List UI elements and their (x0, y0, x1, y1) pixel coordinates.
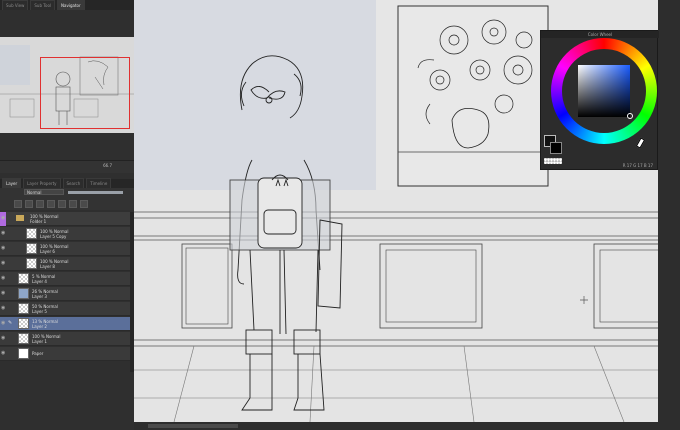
tab-navigator[interactable]: Navigator (57, 0, 85, 10)
visibility-eye-icon[interactable]: ◉ (1, 336, 6, 341)
horizontal-scrollbar[interactable] (134, 422, 658, 430)
visibility-eye-icon[interactable]: ◉ (1, 321, 6, 326)
transparent-color-swatch[interactable] (544, 158, 562, 164)
layer-name: Paper (32, 351, 44, 356)
saturation-value-marker[interactable] (627, 113, 633, 119)
vertical-scrollbar[interactable] (658, 0, 680, 430)
tab-sub-view[interactable]: Sub View (2, 0, 29, 10)
navigator-toolbar: 66.7 (0, 160, 134, 173)
blend-mode-row: Normal (0, 188, 134, 197)
layer-row[interactable]: ◉ 50 % Normal Layer 5 (0, 302, 130, 316)
layer-name: Layer 3 (32, 294, 47, 299)
layer-row[interactable]: ◉ Paper (0, 347, 130, 361)
rgb-readout: R 17 G 17 B 17 (622, 163, 653, 168)
draft-layer-button[interactable] (36, 199, 44, 208)
visibility-eye-icon[interactable]: ◉ (1, 291, 6, 296)
layer-list: ◉ 100 % Normal Folder 1 ◉ 100 % Normal Layer … (0, 212, 130, 372)
visibility-eye-icon[interactable]: ◉ (1, 306, 6, 311)
horizontal-scrollbar-thumb[interactable] (148, 424, 238, 428)
layer-row[interactable]: ◉ 26 % Normal Layer 3 (0, 287, 130, 301)
layer-thumbnail (18, 303, 29, 314)
visibility-eye-icon[interactable]: ◉ (1, 246, 6, 251)
hue-marker[interactable] (635, 137, 646, 149)
lock-layer-button[interactable] (47, 199, 55, 208)
color-wheel-panel: Color Wheel R 17 G 17 B 17 (540, 30, 659, 170)
layer-thumbnail (18, 333, 29, 344)
layer-name: Layer 6 (40, 249, 55, 254)
pen-icon: ✎ (8, 320, 13, 326)
tab-search[interactable]: Search (62, 178, 85, 188)
layer-thumbnail (18, 318, 29, 329)
panel-tabs: Sub View Sub Tool Navigator (0, 0, 134, 10)
visibility-eye-icon[interactable]: ◉ (1, 276, 6, 281)
layer-name: Layer 4 (32, 279, 47, 284)
layer-thumbnail (18, 273, 29, 284)
tab-layer[interactable]: Layer (2, 178, 22, 188)
reference-layer-button[interactable] (25, 199, 33, 208)
layer-row[interactable]: ◉ 100 % Normal Layer 5 Copy (0, 227, 130, 241)
layer-name: Layer 2 (32, 324, 47, 329)
visibility-eye-icon[interactable]: ◉ (1, 231, 6, 236)
layer-name: Layer 5 (32, 309, 47, 314)
layer-row[interactable]: ◉ ✎ 13 % Normal Layer 2 (0, 317, 130, 331)
saturation-value-square[interactable] (578, 65, 630, 117)
layer-row[interactable]: ◉ 100 % Normal Layer 6 (0, 242, 130, 256)
tab-timeline[interactable]: Timeline (86, 178, 112, 188)
folder-icon (16, 215, 24, 221)
ruler-button[interactable] (80, 199, 88, 208)
lock-transparency-button[interactable] (58, 199, 66, 208)
navigator-view-frame[interactable] (40, 57, 130, 129)
opacity-slider-fill (68, 191, 123, 194)
tab-layer-property[interactable]: Layer Property (23, 178, 61, 188)
layer-thumbnail (26, 258, 37, 269)
opacity-slider[interactable] (68, 191, 123, 194)
layer-name: Layer 8 (40, 264, 55, 269)
color-wheel-title: Color Wheel (541, 31, 659, 38)
layer-thumbnail (26, 228, 37, 239)
layer-name: Layer 1 (32, 339, 47, 344)
clip-layer-button[interactable] (14, 199, 22, 208)
layer-thumbnail (26, 243, 37, 254)
mask-button[interactable] (69, 199, 77, 208)
layer-row[interactable]: ◉ 100 % Normal Layer 1 (0, 332, 130, 346)
sub-color-swatch[interactable] (550, 142, 562, 154)
clip-studio-window: Sub View Sub Tool Navigator 66.7 Layer L… (0, 0, 680, 430)
layer-name: Folder 1 (30, 219, 47, 224)
layer-row[interactable]: ◉ 100 % Normal Layer 8 (0, 257, 130, 271)
left-panel: Sub View Sub Tool Navigator 66.7 Layer L… (0, 0, 135, 430)
tab-sub-tool[interactable]: Sub Tool (30, 0, 56, 10)
blend-mode-select[interactable]: Normal (24, 189, 64, 195)
layer-toolbar (0, 197, 134, 210)
visibility-eye-icon[interactable]: ◉ (1, 216, 6, 221)
layer-row[interactable]: ◉ 5 % Normal Layer 4 (0, 272, 130, 286)
navigator-preview[interactable] (0, 37, 134, 133)
visibility-eye-icon[interactable]: ◉ (1, 351, 6, 356)
layer-name: Layer 5 Copy (40, 234, 67, 239)
layer-thumbnail (18, 348, 29, 359)
visibility-eye-icon[interactable]: ◉ (1, 261, 6, 266)
zoom-readout[interactable]: 66.7 (103, 163, 112, 168)
layer-panel-tabs: Layer Layer Property Search Timeline (0, 178, 134, 188)
layer-row[interactable]: ◉ 100 % Normal Folder 1 (0, 212, 130, 226)
layer-thumbnail (18, 288, 29, 299)
